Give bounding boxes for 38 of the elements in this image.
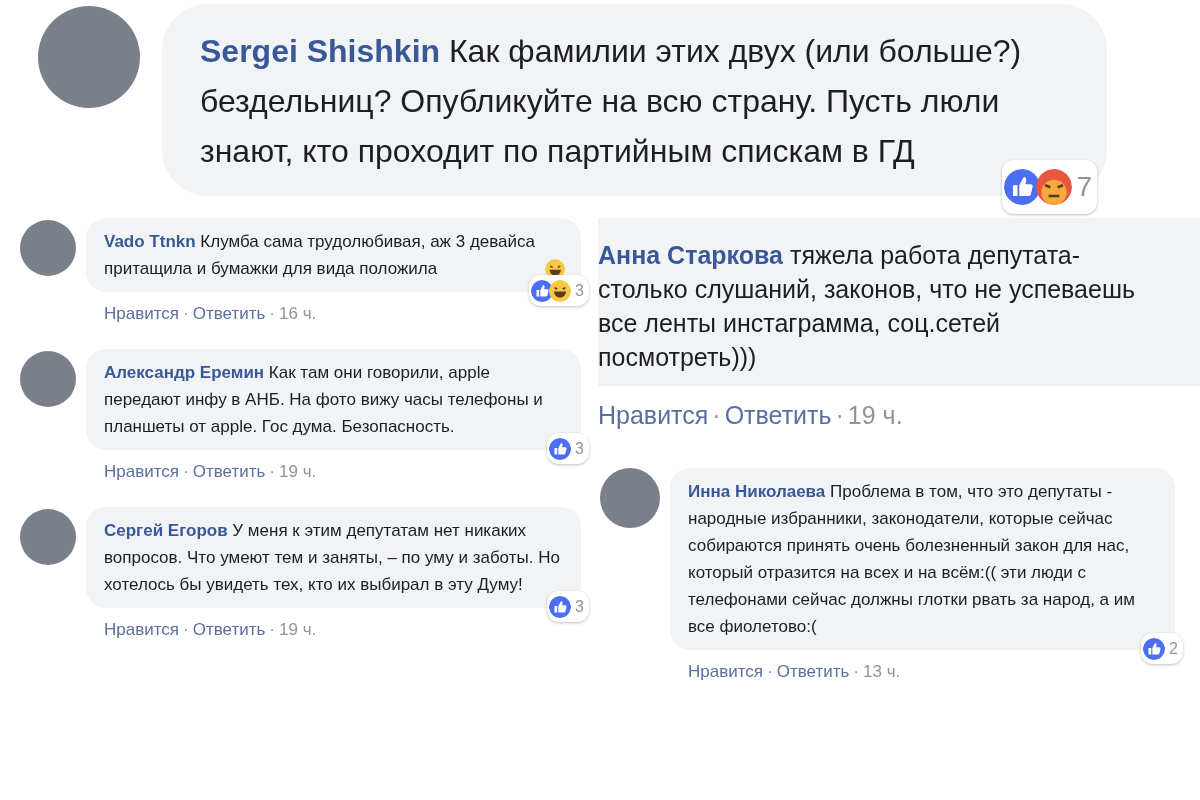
like-link[interactable]: Нравится <box>688 658 763 685</box>
separator-dot: · <box>183 461 189 483</box>
comment-time: 19 ч. <box>279 619 317 641</box>
comment-time: 13 ч. <box>863 661 901 683</box>
comment-text: Сергей Егоров У меня к этим депутатам нет никаких вопросов. Что умеют тем и заняты, – по уму и заботы. Но хотелось бы увидеть тех, кто их выбирал в эту Думу! <box>104 520 561 596</box>
separator-dot: · <box>269 303 276 325</box>
separator-dot: · <box>183 619 189 641</box>
reply-link[interactable]: Ответить <box>192 300 266 327</box>
like-link[interactable]: Нравится <box>598 398 709 432</box>
like-link[interactable]: Нравится <box>104 458 179 485</box>
reaction-count: 2 <box>1169 639 1178 659</box>
reply-link[interactable]: Ответить <box>192 616 266 643</box>
reaction-count: 7 <box>1076 170 1092 204</box>
separator-dot: · <box>853 661 860 683</box>
reaction-count: 3 <box>575 597 584 617</box>
separator-dot: · <box>835 400 844 431</box>
separator-dot: · <box>269 619 276 641</box>
comment-text: Инна Николаева Проблема в том, что это депутаты - народные избранники, законодатели, которые сейчас собираются принять очень болезненный закон для нас, который отразится на всех и на всём:(( эти люди с телефонами сейчас должны глотки рвать за народ, а им все фиолетово:( <box>688 481 1136 638</box>
separator-dot: · <box>712 400 721 431</box>
separator-dot: · <box>183 303 189 325</box>
reaction-count: 3 <box>575 439 584 459</box>
reply-link[interactable]: Ответить <box>724 398 832 432</box>
angry-face-icon <box>1036 169 1073 205</box>
comment-text: Александр Еремин Как там они говорили, apple передают инфу в АНБ. На фото вижу часы телефоны и планшеты от apple. Гос дума. Безопасность. <box>104 362 544 438</box>
like-link[interactable]: Нравится <box>104 616 179 643</box>
separator-dot: · <box>269 461 276 483</box>
separator-dot: · <box>767 661 773 683</box>
comment-text: Vado Ttnkn Клумба сама трудолюбивая, аж 3 девайса притащила и бумажки для вида положила <box>104 231 536 280</box>
comment-text: Анна Старкова тяжела работа депутата- столько слушаний, законов, что не успеваешь все ленты инстаграмма, соц.сетей посмотреть))) <box>598 240 1136 373</box>
reply-link[interactable]: Ответить <box>776 658 850 685</box>
comment-text: Sergei Shishkin Как фамилии этих двух (или больше?) бездельниц? Опубликуйте на всю страну. Пусть люли знают, кто проходит по партийным спискам в ГД <box>200 32 1023 171</box>
laughing-face-icon <box>549 279 572 302</box>
reaction-count: 3 <box>575 281 584 301</box>
reply-link[interactable]: Ответить <box>192 458 266 485</box>
comment-time: 19 ч. <box>279 461 317 483</box>
comment-time: 16 ч. <box>279 303 317 325</box>
like-link[interactable]: Нравится <box>104 300 179 327</box>
comment-time: 19 ч. <box>847 400 903 431</box>
